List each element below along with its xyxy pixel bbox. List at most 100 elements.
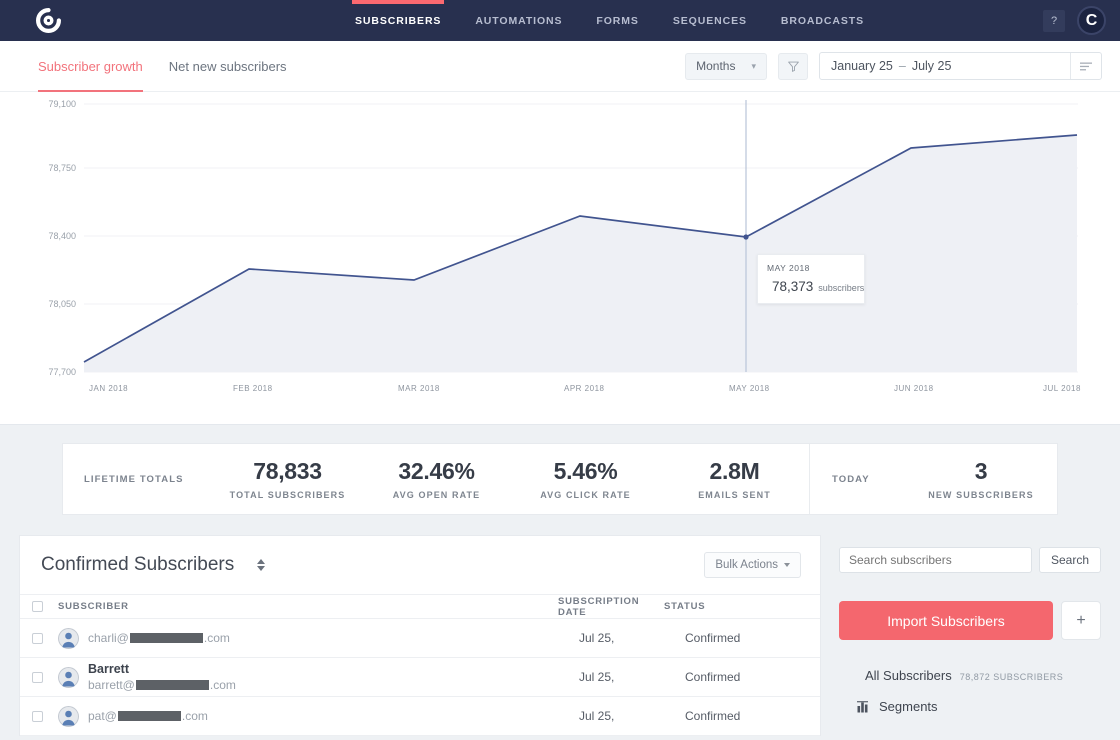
stat-caption: AVG CLICK RATE bbox=[540, 490, 631, 500]
stat-total-subscribers: 78,833 TOTAL SUBSCRIBERS bbox=[213, 458, 362, 500]
convertkit-logo-icon bbox=[36, 8, 61, 33]
subscription-date: Jul 25, bbox=[579, 709, 685, 723]
person-avatar-icon bbox=[58, 628, 79, 649]
table-row[interactable]: Barrett barrett@ .com Jul 25, Confirmed bbox=[20, 658, 820, 697]
x-tick-label: JAN 2018 bbox=[89, 384, 128, 393]
table-column-headers: SUBSCRIBER SUBSCRIPTION DATE STATUS bbox=[20, 594, 820, 619]
tab-subscriber-growth[interactable]: Subscriber growth bbox=[38, 41, 143, 92]
redacted-domain bbox=[136, 680, 209, 690]
tooltip-period: MAY 2018 bbox=[767, 263, 855, 273]
sidebar-item-segments[interactable]: Segments bbox=[839, 699, 1101, 714]
y-tick-label: 78,400 bbox=[48, 231, 76, 241]
stat-value: 3 bbox=[975, 458, 988, 485]
sort-arrows-icon[interactable] bbox=[257, 559, 265, 571]
status-badge: Confirmed bbox=[685, 709, 785, 723]
chart-header: Subscriber growth Net new subscribers Mo… bbox=[0, 41, 1120, 92]
email-suffix: .com bbox=[204, 630, 230, 646]
row-checkbox[interactable] bbox=[32, 672, 43, 683]
interval-select[interactable]: Months ▾ bbox=[685, 53, 767, 80]
stats-section: LIFETIME TOTALS 78,833 TOTAL SUBSCRIBERS… bbox=[0, 425, 1120, 535]
help-icon[interactable]: ? bbox=[1043, 10, 1065, 32]
bottom-section: Confirmed Subscribers Bulk Actions SUBSC… bbox=[0, 535, 1120, 736]
bulk-actions-label: Bulk Actions bbox=[715, 559, 778, 571]
tab-net-new-subscribers[interactable]: Net new subscribers bbox=[169, 41, 287, 92]
avatar bbox=[58, 628, 79, 649]
main-nav-items: SUBSCRIBERS AUTOMATIONS FORMS SEQUENCES … bbox=[355, 0, 864, 41]
filter-button[interactable] bbox=[778, 53, 808, 80]
user-avatar[interactable]: C bbox=[1077, 6, 1106, 35]
chart-tabs: Subscriber growth Net new subscribers bbox=[38, 41, 287, 92]
subscriber-name: Barrett bbox=[88, 662, 579, 677]
chart-card: Subscriber growth Net new subscribers Mo… bbox=[0, 41, 1120, 425]
table-row[interactable]: pat@.com Jul 25, Confirmed bbox=[20, 697, 820, 736]
today-group: TODAY 3 NEW SUBSCRIBERS bbox=[809, 444, 1057, 514]
import-subscribers-button[interactable]: Import Subscribers bbox=[839, 601, 1053, 640]
date-end: July 25 bbox=[912, 59, 952, 73]
date-range-text[interactable]: January 25 – July 25 bbox=[820, 53, 1070, 79]
sidebar-item-all-subscribers[interactable]: All Subscribers 78,872 SUBSCRIBERS bbox=[839, 668, 1101, 683]
table-row[interactable]: charli@.com Jul 25, Confirmed bbox=[20, 619, 820, 658]
segments-label: Segments bbox=[879, 699, 938, 714]
x-tick-label: JUL 2018 bbox=[1043, 384, 1081, 393]
stat-caption: AVG OPEN RATE bbox=[393, 490, 480, 500]
stat-new-subscribers: 3 NEW SUBSCRIBERS bbox=[905, 458, 1057, 500]
chart-tooltip: MAY 2018 78,373 subscribers bbox=[757, 254, 865, 304]
date-separator: – bbox=[893, 59, 912, 73]
chart-svg: 79,100 78,750 78,400 78,050 77,700 JAN 2… bbox=[0, 92, 1120, 424]
stat-value: 2.8M bbox=[710, 458, 760, 485]
stat-emails-sent: 2.8M EMAILS SENT bbox=[660, 458, 809, 500]
subscribers-sidebar: Search Import Subscribers + All Subscrib… bbox=[839, 535, 1101, 714]
y-tick-label: 79,100 bbox=[48, 99, 76, 109]
stat-avg-click-rate: 5.46% AVG CLICK RATE bbox=[511, 458, 660, 500]
subscriber-email: charli@.com bbox=[88, 630, 579, 646]
date-range-picker[interactable]: January 25 – July 25 bbox=[819, 52, 1102, 80]
add-subscriber-button[interactable]: + bbox=[1061, 601, 1101, 640]
app-logo[interactable] bbox=[0, 8, 96, 33]
bulk-actions-button[interactable]: Bulk Actions bbox=[704, 552, 801, 578]
subscription-date: Jul 25, bbox=[579, 670, 685, 684]
nav-label: BROADCASTS bbox=[781, 15, 864, 27]
email-prefix: barrett@ bbox=[88, 677, 135, 693]
nav-label: FORMS bbox=[596, 15, 638, 27]
nav-right-group: ? C bbox=[1043, 0, 1106, 41]
x-tick-label: FEB 2018 bbox=[233, 384, 273, 393]
person-avatar-icon bbox=[58, 667, 79, 688]
nav-item-sequences[interactable]: SEQUENCES bbox=[673, 0, 747, 41]
today-label: TODAY bbox=[810, 474, 905, 485]
status-badge: Confirmed bbox=[685, 670, 785, 684]
nav-item-subscribers[interactable]: SUBSCRIBERS bbox=[355, 0, 441, 41]
y-tick-label: 77,700 bbox=[48, 367, 76, 377]
caret-down-icon bbox=[784, 563, 790, 567]
nav-item-forms[interactable]: FORMS bbox=[596, 0, 638, 41]
subscriber-email: pat@.com bbox=[88, 708, 579, 724]
search-row: Search bbox=[839, 547, 1101, 573]
search-input[interactable] bbox=[839, 547, 1032, 573]
redacted-domain bbox=[118, 711, 181, 721]
redacted-domain bbox=[130, 633, 203, 643]
search-button[interactable]: Search bbox=[1039, 547, 1101, 573]
nav-item-automations[interactable]: AUTOMATIONS bbox=[475, 0, 562, 41]
y-tick-label: 78,750 bbox=[48, 163, 76, 173]
date-options-button[interactable] bbox=[1070, 53, 1101, 79]
email-suffix: .com bbox=[210, 677, 236, 693]
all-subscribers-count: 78,872 SUBSCRIBERS bbox=[960, 672, 1064, 682]
segments-icon bbox=[857, 701, 870, 713]
x-tick-label: MAY 2018 bbox=[729, 384, 770, 393]
nav-label: AUTOMATIONS bbox=[475, 15, 562, 27]
email-prefix: pat@ bbox=[88, 708, 117, 724]
tab-label: Subscriber growth bbox=[38, 59, 143, 74]
subscriber-cell: Barrett barrett@ .com bbox=[79, 662, 579, 693]
column-header-subscriber: SUBSCRIBER bbox=[58, 601, 558, 612]
row-checkbox[interactable] bbox=[32, 711, 43, 722]
select-all-checkbox[interactable] bbox=[32, 601, 43, 612]
sort-descending-arrow bbox=[257, 566, 265, 571]
stats-card: LIFETIME TOTALS 78,833 TOTAL SUBSCRIBERS… bbox=[62, 443, 1058, 515]
nav-item-broadcasts[interactable]: BROADCASTS bbox=[781, 0, 864, 41]
stat-caption: EMAILS SENT bbox=[698, 490, 771, 500]
column-header-status: STATUS bbox=[664, 601, 764, 612]
tooltip-unit: subscribers bbox=[818, 283, 864, 293]
status-badge: Confirmed bbox=[685, 631, 785, 645]
stat-caption: NEW SUBSCRIBERS bbox=[928, 490, 1034, 500]
import-row: Import Subscribers + bbox=[839, 601, 1101, 640]
row-checkbox[interactable] bbox=[32, 633, 43, 644]
